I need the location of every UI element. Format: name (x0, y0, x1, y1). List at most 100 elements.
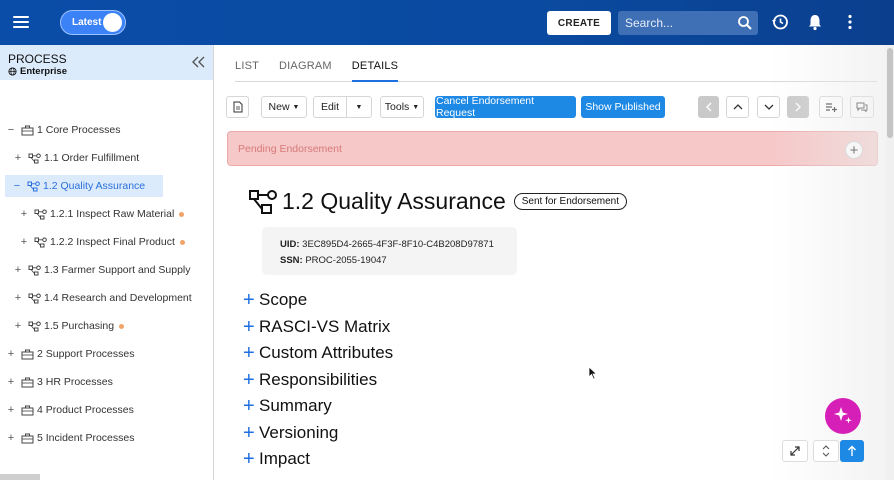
expand-toggle[interactable]: + (5, 432, 17, 444)
status-dot (179, 239, 185, 245)
show-published-button[interactable]: Show Published (581, 96, 665, 118)
scroll-to-top-button[interactable] (840, 440, 864, 462)
uid-row: UID: 3EC895D4-2665-4F3F-8F10-C4B208D9787… (280, 239, 517, 250)
tools-button[interactable]: Tools ▼ (380, 96, 424, 118)
expand-toggle[interactable]: + (5, 348, 17, 360)
expand-toggle[interactable]: + (12, 152, 24, 164)
fullscreen-button[interactable] (782, 440, 808, 462)
tree-item-incident-processes[interactable]: + 5 Incident Processes (5, 427, 135, 449)
add-to-list-button[interactable] (819, 96, 843, 118)
section-custom-attributes[interactable]: + Custom Attributes (243, 340, 393, 367)
expand-toggle[interactable]: + (12, 292, 24, 304)
tree-item-label: 1.2 Quality Assurance (43, 180, 146, 192)
search-input[interactable] (618, 16, 728, 30)
expand-toggle[interactable]: + (5, 376, 17, 388)
tab-details[interactable]: DETAILS (351, 45, 399, 82)
expand-toggle[interactable]: + (18, 236, 30, 248)
menu-icon[interactable] (13, 16, 29, 28)
mouse-cursor-icon (588, 366, 598, 380)
comments-icon (856, 102, 868, 112)
more-vert-icon[interactable] (841, 13, 859, 31)
edit-dropdown-button[interactable]: ▼ (346, 96, 372, 118)
expand-plus-icon: + (243, 368, 255, 391)
new-button[interactable]: New ▼ (261, 96, 307, 118)
expand-pending-button[interactable]: + (845, 141, 863, 159)
arrow-up-icon (848, 445, 856, 456)
pending-endorsement-text: Pending Endorsement (238, 143, 342, 155)
sparkle-icon (834, 407, 852, 424)
tree-item-research-development[interactable]: + 1.4 Research and Development (12, 287, 192, 309)
comments-button[interactable] (850, 96, 874, 118)
scroll-toggle-button[interactable] (813, 440, 839, 462)
section-versioning[interactable]: + Versioning (243, 420, 393, 447)
pending-endorsement-banner: Pending Endorsement + (227, 131, 878, 166)
move-down-button[interactable] (757, 96, 780, 118)
tab-list[interactable]: LIST (235, 45, 259, 82)
tree-item-support-processes[interactable]: + 2 Support Processes (5, 343, 135, 365)
collapse-sidebar-icon[interactable] (192, 56, 205, 68)
expand-toggle[interactable]: + (18, 208, 30, 220)
ai-assistant-button[interactable] (825, 398, 861, 434)
expand-plus-icon: + (243, 289, 255, 312)
tree-item-quality-assurance[interactable]: − 1.2 Quality Assurance (5, 175, 163, 197)
toolbar: New ▼ Edit ▼ Tools ▼ Cancel Endorsement Re… (215, 95, 885, 120)
tree-item-order-fulfillment[interactable]: + 1.1 Order Fulfillment (12, 147, 139, 169)
history-icon[interactable] (771, 13, 789, 31)
caret-down-icon: ▼ (355, 103, 363, 111)
tree-item-inspect-raw-material[interactable]: + 1.2.1 Inspect Raw Material (18, 203, 185, 225)
uid-value: 3EC895D4-2665-4F3F-8F10-C4B208D97871 (302, 239, 494, 250)
collapse-toggle[interactable]: − (11, 180, 23, 192)
tree-item-label: 1.2.1 Inspect Raw Material (50, 208, 175, 220)
sidebar: PROCESS Enterprise − 1 Core Processes + … (0, 45, 214, 480)
section-summary[interactable]: + Summary (243, 393, 393, 420)
expand-toggle[interactable]: + (5, 404, 17, 416)
process-flow-icon (249, 189, 277, 214)
process-flow-icon (28, 293, 41, 303)
section-impact[interactable]: + Impact (243, 446, 393, 473)
tree-item-purchasing[interactable]: + 1.5 Purchasing (12, 315, 125, 337)
chevron-down-icon (764, 104, 773, 110)
expand-toggle[interactable]: + (12, 320, 24, 332)
ssn-value: PROC-2055-19047 (305, 255, 387, 266)
section-rasci-vs-matrix[interactable]: + RASCI-VS Matrix (243, 314, 393, 341)
section-responsibilities[interactable]: + Responsibilities (243, 367, 393, 394)
cancel-endorsement-request-button[interactable]: Cancel Endorsement Request (435, 95, 576, 119)
previous-button[interactable] (698, 96, 719, 118)
next-button[interactable] (787, 96, 809, 118)
latest-toggle[interactable]: Latest (60, 10, 126, 35)
tree-item-farmer-support[interactable]: + 1.3 Farmer Support and Supply (12, 259, 191, 281)
tab-diagram[interactable]: DIAGRAM (279, 45, 332, 82)
process-flow-icon (28, 321, 41, 331)
section-label: Custom Attributes (259, 343, 394, 363)
tree-item-inspect-final-product[interactable]: + 1.2.2 Inspect Final Product (18, 231, 185, 253)
new-button-label: New (268, 101, 290, 113)
top-app-bar: Latest CREATE (0, 0, 894, 45)
section-scope[interactable]: + Scope (243, 287, 393, 314)
edit-button[interactable]: Edit (313, 96, 347, 118)
tree-item-core-processes[interactable]: − 1 Core Processes (5, 119, 121, 141)
expand-toggle[interactable]: + (12, 264, 24, 276)
expand-plus-icon: + (243, 448, 255, 471)
identifier-box: UID: 3EC895D4-2665-4F3F-8F10-C4B208D9787… (262, 227, 517, 275)
tree-item-product-processes[interactable]: + 4 Product Processes (5, 399, 134, 421)
move-up-button[interactable] (726, 96, 749, 118)
search-icon[interactable] (737, 15, 753, 31)
tools-button-label: Tools (384, 101, 410, 113)
main-content: LIST DIAGRAM DETAILS New ▼ Edit ▼ Tools ▼ … (215, 45, 885, 480)
create-button[interactable]: CREATE (547, 11, 611, 35)
caret-down-icon: ▼ (412, 103, 420, 111)
expand-plus-icon: + (243, 421, 255, 444)
collapse-toggle[interactable]: − (5, 124, 17, 136)
section-label: Versioning (259, 422, 339, 442)
pdf-export-button[interactable] (226, 96, 249, 118)
tree-item-hr-processes[interactable]: + 3 HR Processes (5, 371, 113, 393)
bell-icon[interactable] (806, 13, 824, 31)
process-flow-icon (28, 265, 41, 275)
status-badge: Sent for Endorsement (513, 193, 628, 210)
caret-down-icon: ▼ (292, 103, 300, 111)
main-vertical-scrollbar[interactable] (886, 45, 894, 480)
sidebar-horizontal-scrollbar[interactable] (0, 474, 40, 480)
sidebar-title: PROCESS (8, 52, 67, 66)
scroll-thumb[interactable] (887, 48, 893, 138)
chevron-up-icon (733, 104, 742, 110)
